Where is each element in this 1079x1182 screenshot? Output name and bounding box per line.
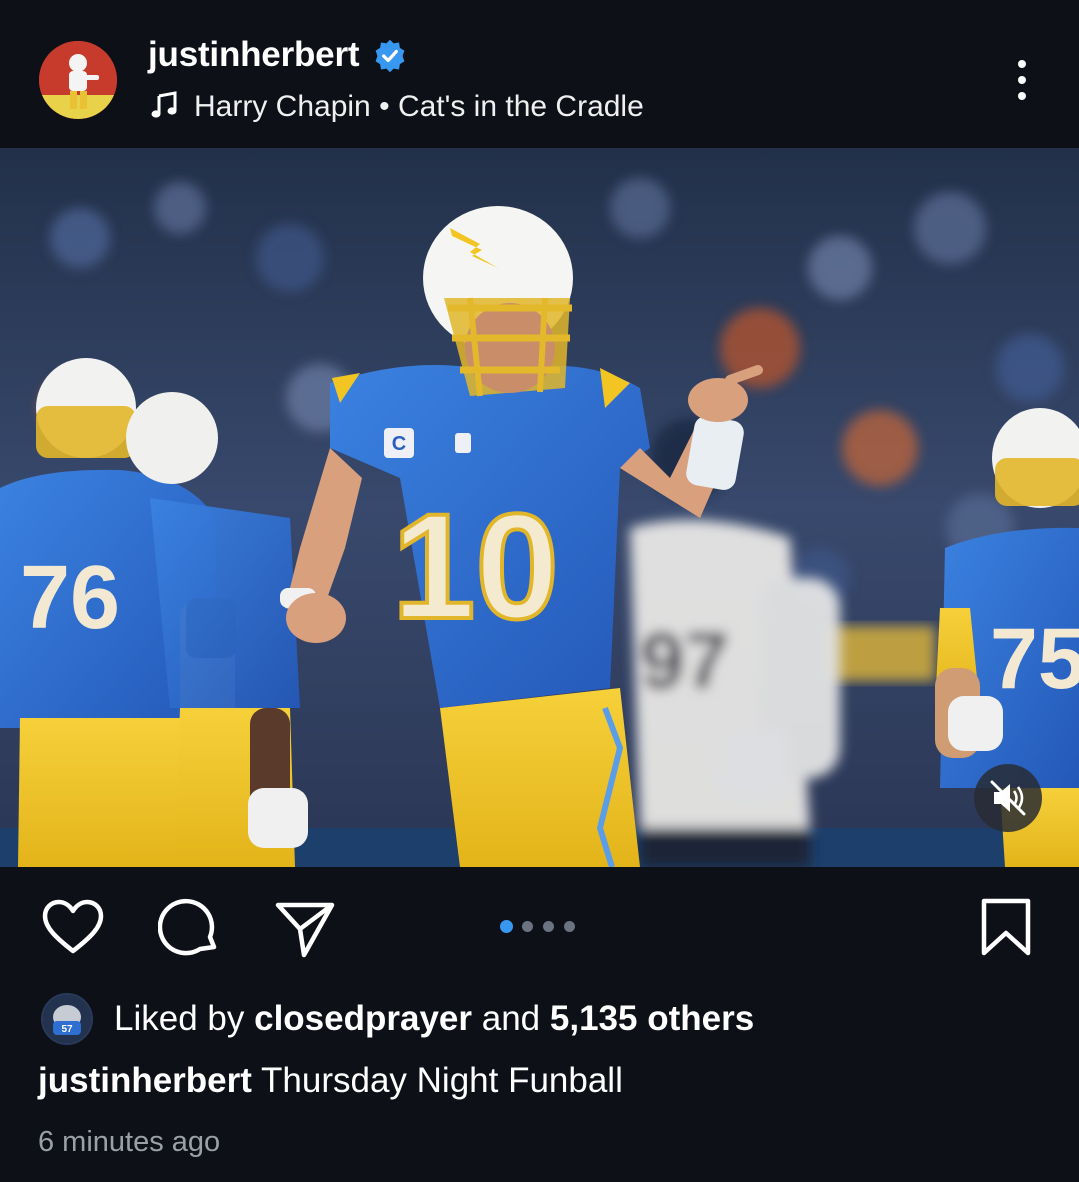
svg-text:10: 10 <box>392 482 559 650</box>
svg-text:97: 97 <box>640 616 729 705</box>
heart-icon[interactable] <box>41 897 105 961</box>
bookmark-icon[interactable] <box>974 895 1038 959</box>
likes-and: and <box>481 999 541 1038</box>
svg-text:76: 76 <box>20 548 120 648</box>
instagram-post: justinherbert Harry Chapin • Cat's in th… <box>0 0 1079 1182</box>
caption-username[interactable]: justinherbert <box>38 1061 252 1100</box>
send-icon[interactable] <box>274 897 338 961</box>
post-timestamp: 6 minutes ago <box>38 1126 221 1158</box>
music-separator: • <box>379 90 390 123</box>
carousel-dot-2 <box>522 921 533 932</box>
music-info[interactable]: Harry Chapin • Cat's in the Cradle <box>194 88 644 126</box>
caption-text: Thursday Night Funball <box>261 1061 623 1100</box>
svg-text:75: 75 <box>990 611 1079 707</box>
liker-avatar[interactable]: 57 <box>41 993 93 1045</box>
music-artist: Harry Chapin <box>194 90 371 123</box>
music-song: Cat's in the Cradle <box>397 90 644 123</box>
post-caption: justinherbert Thursday Night Funball <box>38 1059 623 1103</box>
comment-icon[interactable] <box>158 897 222 961</box>
likes-prefix: Liked by <box>114 999 245 1038</box>
author-avatar[interactable] <box>39 41 117 119</box>
post-actions-bar <box>0 867 1079 987</box>
verified-badge-icon <box>375 39 405 73</box>
author-username[interactable]: justinherbert <box>148 33 360 77</box>
music-note-icon <box>151 91 177 118</box>
carousel-dot-4 <box>564 921 575 932</box>
likes-others-count[interactable]: 5,135 others <box>550 999 754 1038</box>
svg-text:57: 57 <box>61 1024 73 1035</box>
mute-toggle-button[interactable] <box>974 764 1042 832</box>
carousel-dot-3 <box>543 921 554 932</box>
liker-username[interactable]: closedprayer <box>254 999 472 1038</box>
svg-text:C: C <box>392 433 406 455</box>
likes-summary[interactable]: Liked by closedprayer and 5,135 others <box>114 997 754 1041</box>
carousel-dot-1 <box>500 920 513 933</box>
post-photo[interactable]: 76 97 75 10 C <box>0 148 1079 867</box>
post-header: justinherbert Harry Chapin • Cat's in th… <box>0 0 1079 148</box>
more-options-icon[interactable] <box>1008 58 1036 102</box>
muted-speaker-icon <box>990 780 1026 816</box>
